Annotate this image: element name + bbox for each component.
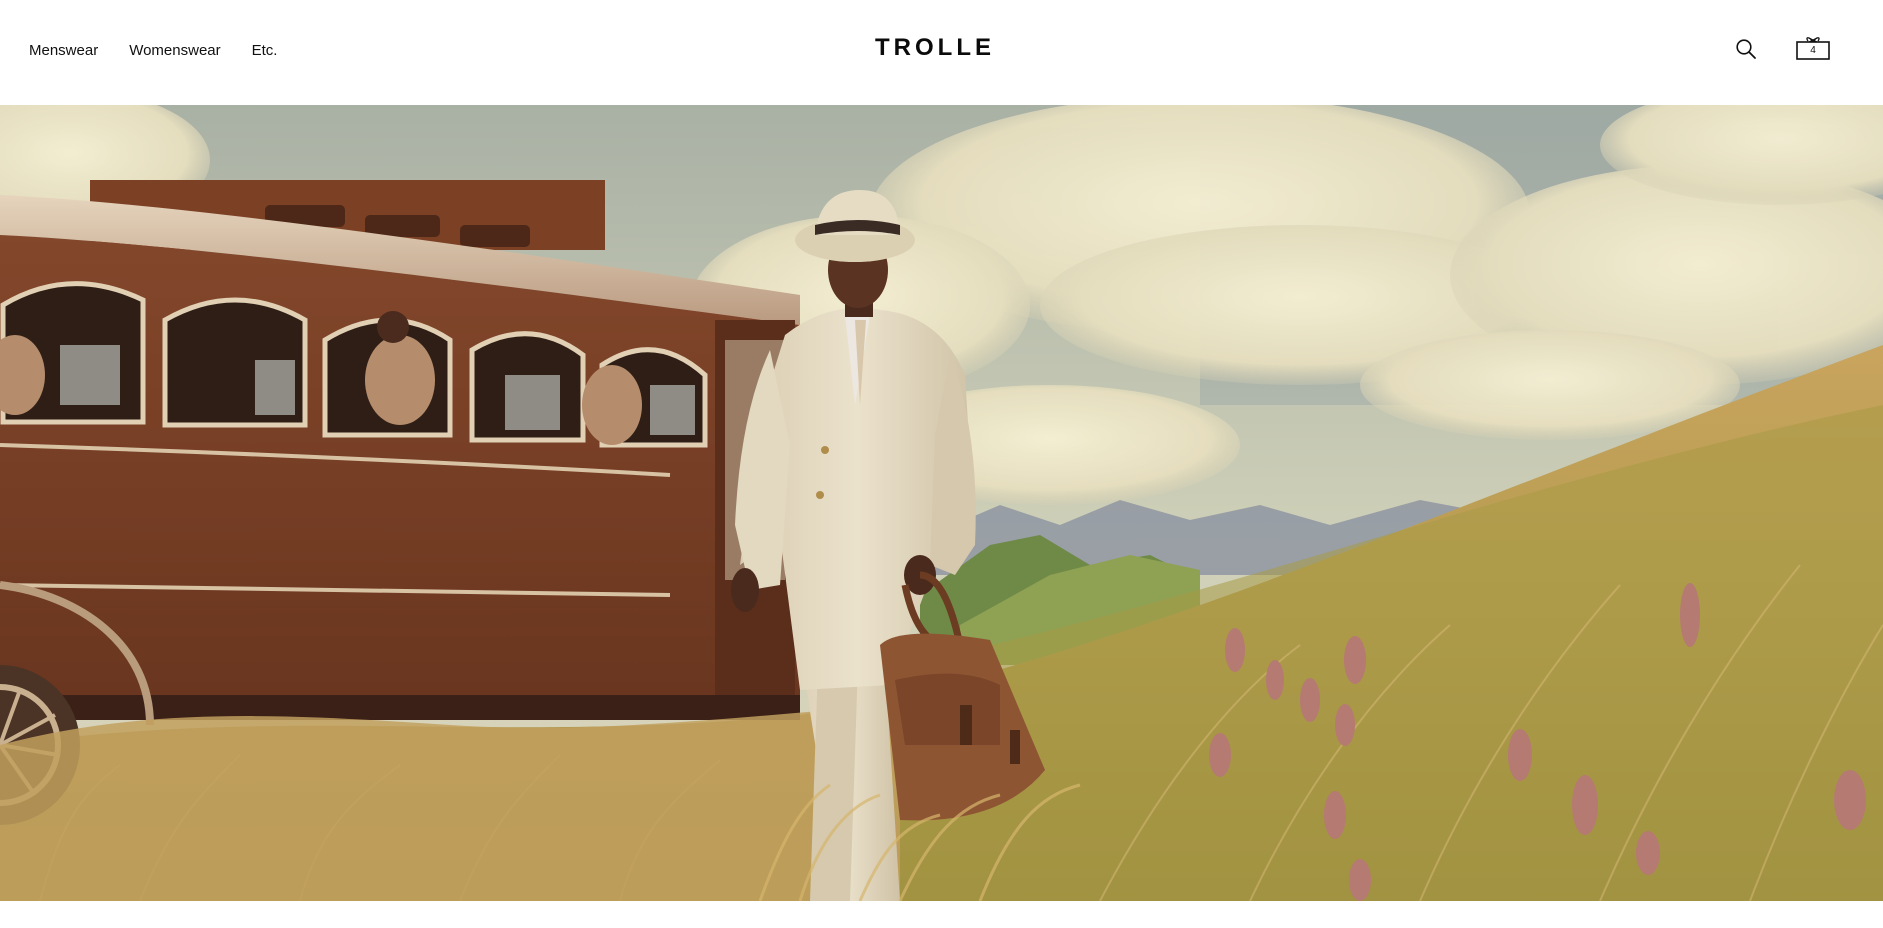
header-actions: 4 bbox=[1733, 36, 1831, 62]
cart-count-badge: 4 bbox=[1810, 45, 1816, 56]
search-button[interactable] bbox=[1733, 36, 1759, 62]
search-icon bbox=[1736, 39, 1756, 59]
hero-image bbox=[0, 105, 1883, 901]
cart-button[interactable]: 4 bbox=[1795, 36, 1831, 62]
hero-banner[interactable] bbox=[0, 105, 1883, 901]
brand-logo[interactable]: TROLLE bbox=[0, 34, 1870, 62]
site-header: Menswear Womenswear Etc. TROLLE 4 bbox=[0, 0, 1883, 105]
